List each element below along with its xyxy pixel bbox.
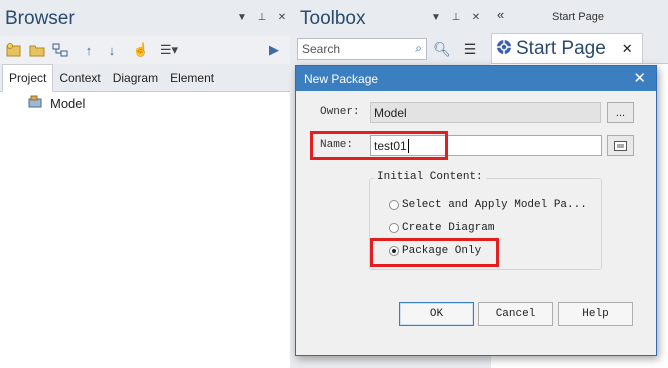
new-package-icon[interactable] <box>4 40 24 60</box>
dropdown-icon[interactable]: ▼ <box>430 12 442 23</box>
close-icon[interactable]: ✕ <box>622 41 633 57</box>
pin-icon[interactable]: ⊥ <box>256 12 268 23</box>
owner-browse-button[interactable]: ... <box>607 102 634 123</box>
toolbox-controls: ▼ ⊥ ✕ <box>430 12 482 23</box>
dropdown-icon[interactable]: ▼ <box>236 12 248 23</box>
radio-select-apply-pattern[interactable]: Select and Apply Model Pa... <box>389 199 587 211</box>
name-highlight-box <box>310 131 448 160</box>
hand-icon[interactable]: ☝ <box>131 40 151 60</box>
browser-panel: Browser ▼ ⊥ ✕ ↑ ↓ ☝ ☰▾ ▶ Project Context… <box>0 0 290 368</box>
help-button[interactable]: Help <box>558 302 633 326</box>
start-page-tab-label: Start Page <box>516 37 606 59</box>
model-icon <box>28 95 42 111</box>
browser-tabs: Project Context Diagram Element <box>0 64 290 92</box>
radio-label: Create Diagram <box>402 222 495 234</box>
browser-title: Browser <box>5 8 75 29</box>
radio-label: Select and Apply Model Pa... <box>402 199 587 211</box>
cancel-button[interactable]: Cancel <box>478 302 553 326</box>
group-title: Initial Content: <box>374 171 486 183</box>
menu-icon[interactable]: ☰▾ <box>154 40 184 60</box>
find-icon[interactable]: 🔍︎ <box>430 38 454 60</box>
owner-label: Owner: <box>320 106 360 118</box>
folder-icon[interactable] <box>27 40 47 60</box>
owner-field: Model <box>370 102 601 123</box>
close-icon[interactable]: ✕ <box>470 12 482 23</box>
dialog-title: New Package <box>304 72 379 86</box>
browser-tree: Model <box>0 92 290 368</box>
browser-toolbar: ↑ ↓ ☝ ☰▾ ▶ <box>0 36 290 64</box>
tree-item-model[interactable]: Model <box>28 95 85 111</box>
tab-context[interactable]: Context <box>53 65 106 91</box>
radio-create-diagram[interactable]: Create Diagram <box>389 222 494 234</box>
toolbox-title: Toolbox <box>300 8 366 29</box>
search-placeholder: Search <box>302 42 341 56</box>
move-down-icon[interactable]: ↓ <box>102 40 122 60</box>
start-page-header-label: Start Page <box>552 11 604 23</box>
list-icon <box>614 140 627 151</box>
pin-icon[interactable]: ⊥ <box>450 12 462 23</box>
search-icon: ⌕ <box>415 41 422 55</box>
close-icon[interactable]: ✕ <box>633 69 646 87</box>
dialog-titlebar: New Package ✕ <box>296 66 656 91</box>
start-page-header: « Start Page <box>489 5 668 29</box>
new-package-dialog: New Package ✕ Owner: Model ... Name: tes… <box>295 65 657 356</box>
expand-arrow-icon[interactable]: ▶ <box>264 40 284 60</box>
radio-button[interactable] <box>389 223 399 233</box>
tree-item-label: Model <box>50 95 86 111</box>
tab-project[interactable]: Project <box>2 64 54 92</box>
name-options-button[interactable] <box>607 135 634 156</box>
tab-start-page[interactable]: Start Page ✕ <box>491 33 643 63</box>
tab-diagram[interactable]: Diagram <box>107 65 164 91</box>
collapse-icon[interactable]: « <box>497 7 504 22</box>
toolbox-search-input[interactable]: Search ⌕ <box>297 38 427 60</box>
package-only-highlight-box <box>370 238 499 267</box>
browser-controls: ▼ ⊥ ✕ <box>236 12 288 23</box>
owner-value: Model <box>374 106 407 120</box>
menu-icon[interactable]: ☰ <box>458 38 482 60</box>
radio-button[interactable] <box>389 200 399 210</box>
tab-element[interactable]: Element <box>164 65 220 91</box>
close-icon[interactable]: ✕ <box>276 12 288 23</box>
browser-header: Browser ▼ ⊥ ✕ <box>0 0 290 36</box>
move-up-icon[interactable]: ↑ <box>79 40 99 60</box>
hierarchy-icon[interactable] <box>50 40 70 60</box>
ok-button[interactable]: OK <box>399 302 474 326</box>
start-page-icon <box>496 39 512 58</box>
